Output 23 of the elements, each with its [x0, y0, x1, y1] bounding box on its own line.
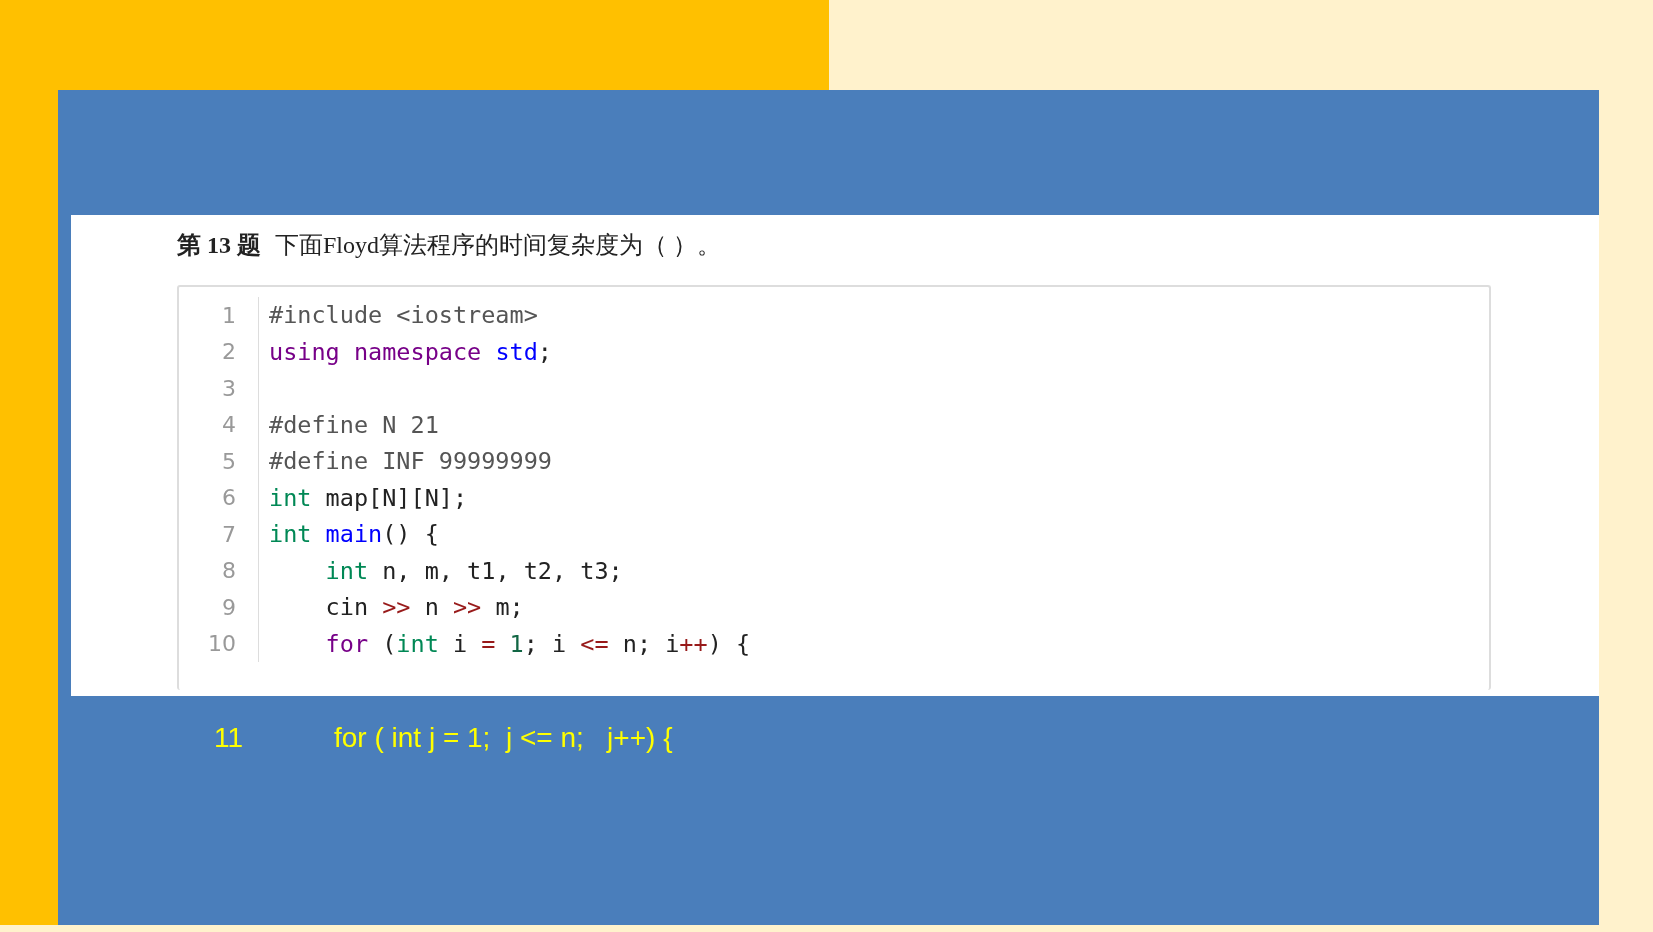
code-line: int n, m, t1, t2, t3; [324, 556, 623, 585]
code-line: #define INF 99999999 [268, 447, 552, 476]
question-text: 下面Floyd算法程序的时间复杂度为（ ）。 [275, 231, 721, 260]
line-number: 7 [179, 516, 259, 553]
code-line: cin >> n >> m; [324, 593, 524, 622]
question-number: 第 13 题 [177, 231, 261, 260]
line-number: 8 [179, 552, 259, 589]
code-line: for ( int j = 1; j <= n; j++) { [334, 722, 673, 754]
line-number: 2 [179, 333, 259, 370]
code-line: using namespace std; [268, 337, 552, 366]
line-number: 1 [179, 297, 259, 334]
line-number: 6 [179, 479, 259, 516]
code-line: int main() { [268, 520, 439, 549]
code-line: for (int i = 1; i <= n; i++) { [324, 629, 751, 658]
code-line: int map[N][N]; [268, 483, 468, 512]
code-line: #define N 21 [268, 410, 439, 439]
line-number: 11 [214, 722, 245, 754]
line-number: 9 [179, 589, 259, 626]
line-number: 4 [179, 406, 259, 443]
line-number: 3 [179, 370, 259, 407]
line-number: 10 [179, 625, 259, 662]
line-number: 5 [179, 443, 259, 480]
code-line: #include <iostream> [268, 301, 538, 330]
